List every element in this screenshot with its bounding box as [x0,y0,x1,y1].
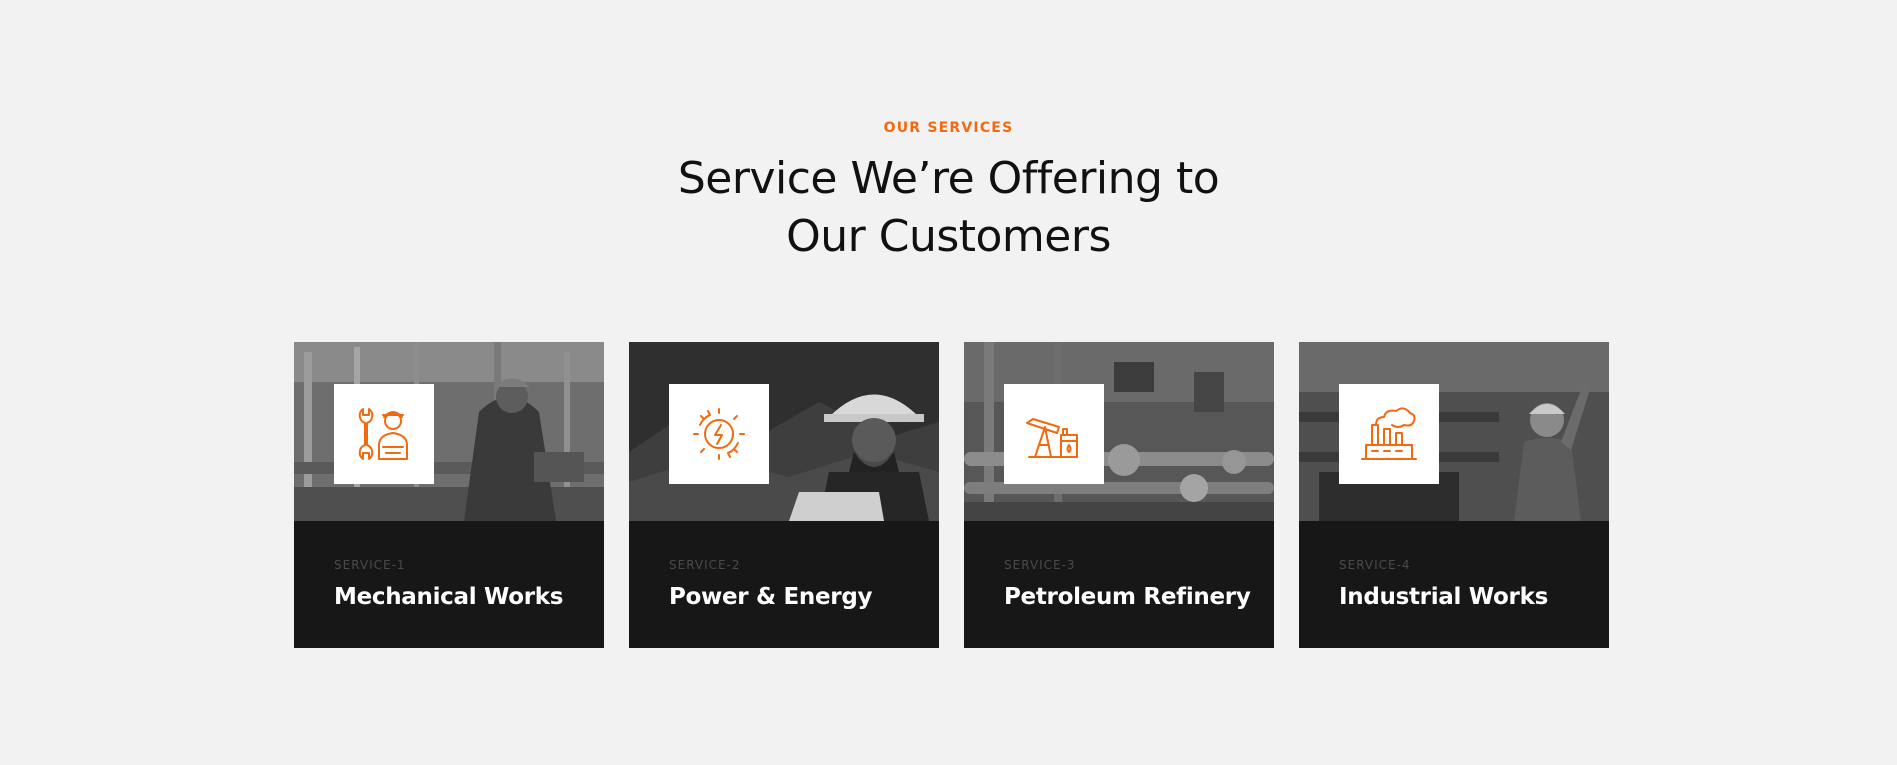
section-title-line-1: Service We’re Offering to [677,153,1220,204]
service-card-petroleum-refinery[interactable]: SERVICE-3 Petroleum Refinery [964,342,1274,648]
service-number: SERVICE-4 [1339,558,1411,572]
oil-pump-refinery-icon [1004,384,1104,484]
service-title[interactable]: Power & Energy [669,584,873,610]
power-energy-gear-icon [669,384,769,484]
service-number: SERVICE-2 [669,558,741,572]
service-card-industrial-works[interactable]: SERVICE-4 Industrial Works [1299,342,1609,648]
section-title-line-2: Our Customers [786,211,1111,262]
services-grid: SERVICE-1 Mechanical Works SERVICE-2 Pow… [294,342,1609,648]
service-number: SERVICE-3 [1004,558,1076,572]
section-tag: OUR SERVICES [883,120,1014,136]
service-title[interactable]: Mechanical Works [334,584,564,610]
service-title[interactable]: Petroleum Refinery [1004,584,1251,610]
service-card-power-energy[interactable]: SERVICE-2 Power & Energy [629,342,939,648]
factory-icon [1339,384,1439,484]
section-title: Service We’re Offering to Our Customers [0,150,1897,266]
service-title[interactable]: Industrial Works [1339,584,1548,610]
service-number: SERVICE-1 [334,558,406,572]
service-card-mechanical-works[interactable]: SERVICE-1 Mechanical Works [294,342,604,648]
mechanic-wrench-icon [334,384,434,484]
